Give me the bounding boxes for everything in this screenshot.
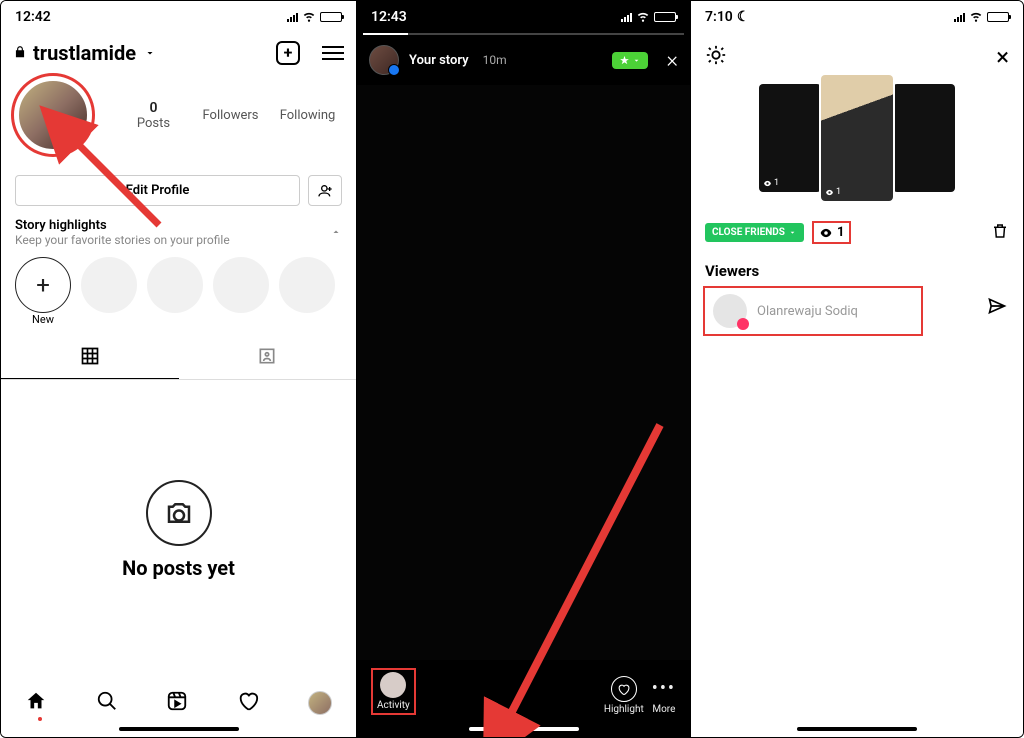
share-button[interactable] bbox=[987, 296, 1007, 320]
battery-icon bbox=[320, 12, 342, 22]
notification-dot bbox=[38, 717, 42, 721]
search-tab[interactable] bbox=[96, 690, 118, 716]
view-count-highlight: 1 bbox=[812, 221, 851, 244]
chevron-down-icon[interactable] bbox=[144, 44, 156, 63]
close-friends-dropdown[interactable]: CLOSE FRIENDS bbox=[705, 223, 804, 242]
highlight-new[interactable]: + New bbox=[15, 257, 71, 326]
viewer-name[interactable]: Olanrewaju Sodiq bbox=[757, 304, 858, 319]
posts-stat[interactable]: 0Posts bbox=[115, 100, 192, 131]
delete-button[interactable] bbox=[991, 222, 1009, 244]
highlights-title: Story highlights bbox=[15, 218, 230, 233]
home-tab[interactable] bbox=[25, 690, 47, 716]
create-button[interactable]: + bbox=[276, 41, 300, 65]
close-friends-badge[interactable] bbox=[612, 52, 648, 69]
followers-stat[interactable]: Followers bbox=[192, 108, 269, 123]
dnd-icon: ☾ bbox=[737, 9, 750, 25]
profile-tab[interactable] bbox=[308, 691, 332, 715]
camera-icon bbox=[146, 480, 212, 546]
activity-button[interactable]: Activity bbox=[377, 672, 410, 711]
settings-button[interactable] bbox=[705, 44, 727, 70]
no-posts-text: No posts yet bbox=[122, 556, 235, 580]
highlight-placeholder bbox=[147, 257, 203, 326]
status-time: 7:10 bbox=[705, 9, 733, 25]
discover-people-button[interactable] bbox=[308, 175, 342, 206]
signal-icon bbox=[954, 13, 965, 22]
signal-icon bbox=[287, 13, 298, 22]
reels-tab[interactable] bbox=[166, 690, 188, 716]
highlight-new-label: New bbox=[15, 313, 71, 326]
highlight-label: Highlight bbox=[604, 704, 644, 715]
viewers-heading: Viewers bbox=[691, 250, 1023, 286]
menu-button[interactable] bbox=[322, 46, 344, 60]
grid-tab[interactable] bbox=[1, 338, 179, 379]
highlight-placeholder bbox=[81, 257, 137, 326]
viewer-avatar-icon bbox=[380, 672, 406, 698]
following-stat[interactable]: Following bbox=[269, 108, 346, 123]
highlights-subtitle: Keep your favorite stories on your profi… bbox=[15, 233, 230, 247]
activity-label: Activity bbox=[377, 700, 410, 711]
profile-avatar-story[interactable] bbox=[11, 73, 95, 157]
viewer-row-highlight: Olanrewaju Sodiq bbox=[703, 286, 923, 336]
wifi-icon bbox=[636, 9, 650, 26]
heart-icon bbox=[611, 676, 637, 702]
view-count: 1 bbox=[837, 225, 844, 240]
chevron-up-icon[interactable] bbox=[330, 223, 342, 242]
activity-button-highlight: Activity bbox=[371, 668, 416, 715]
lock-icon bbox=[13, 44, 27, 63]
more-icon: ••• bbox=[652, 678, 676, 704]
story-thumb[interactable] bbox=[893, 84, 955, 192]
highlight-placeholder bbox=[213, 257, 269, 326]
story-avatar[interactable] bbox=[369, 45, 399, 75]
highlight-button[interactable]: Highlight bbox=[604, 676, 644, 715]
more-button[interactable]: ••• More bbox=[652, 678, 676, 715]
tagged-tab[interactable] bbox=[179, 338, 357, 379]
status-time: 12:43 bbox=[371, 9, 407, 25]
story-progress bbox=[363, 33, 684, 35]
status-bar: 12:43 bbox=[357, 1, 690, 33]
battery-icon bbox=[987, 12, 1009, 22]
close-button[interactable]: × bbox=[666, 48, 678, 73]
home-indicator bbox=[119, 727, 239, 731]
wifi-icon bbox=[969, 9, 983, 26]
status-bar: 12:42 bbox=[1, 1, 356, 33]
story-content[interactable] bbox=[357, 85, 690, 660]
story-time: 10m bbox=[483, 53, 507, 67]
signal-icon bbox=[621, 13, 632, 22]
activity-tab[interactable] bbox=[237, 690, 259, 716]
status-time: 12:42 bbox=[15, 9, 51, 25]
status-bar: 7:10☾ bbox=[691, 1, 1023, 33]
story-thumbnails: 1 1 bbox=[691, 75, 1023, 215]
more-label: More bbox=[652, 704, 676, 715]
story-thumb-active[interactable]: 1 bbox=[821, 75, 893, 201]
story-title[interactable]: Your story bbox=[409, 53, 469, 68]
battery-icon bbox=[654, 12, 676, 22]
wifi-icon bbox=[302, 9, 316, 26]
story-thumb[interactable]: 1 bbox=[759, 84, 821, 192]
home-indicator bbox=[469, 727, 579, 731]
close-button[interactable]: × bbox=[996, 43, 1009, 71]
edit-profile-button[interactable]: Edit Profile bbox=[15, 175, 300, 206]
username-dropdown[interactable]: trustlamide bbox=[33, 41, 136, 65]
avatar-image bbox=[17, 79, 89, 151]
viewer-avatar[interactable] bbox=[713, 294, 747, 328]
highlight-placeholder bbox=[279, 257, 335, 326]
home-indicator bbox=[797, 727, 917, 731]
